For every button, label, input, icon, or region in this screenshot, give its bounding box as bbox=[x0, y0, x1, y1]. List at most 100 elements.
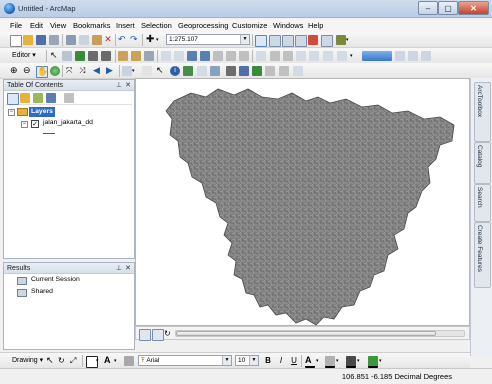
open-folder-icon[interactable] bbox=[23, 35, 33, 45]
fixed-zoom-in-icon[interactable]: ⤧ bbox=[66, 66, 76, 76]
select-elements-icon[interactable]: ↖ bbox=[46, 356, 56, 366]
back-arrow-icon[interactable]: ◀ bbox=[93, 66, 103, 76]
attributes-icon[interactable] bbox=[161, 51, 171, 61]
pin-icon[interactable]: ⊥ bbox=[116, 80, 122, 91]
refresh-icon[interactable]: ↻ bbox=[164, 329, 174, 339]
font-combo[interactable]: Ŧ Arial ▼ bbox=[138, 355, 232, 366]
topology-icon[interactable] bbox=[200, 51, 210, 61]
save-icon[interactable] bbox=[36, 35, 46, 45]
fixed-zoom-out-icon[interactable]: ⤨ bbox=[79, 66, 89, 76]
fill-color-icon[interactable] bbox=[325, 356, 335, 368]
fill-color-dropdown-icon[interactable]: ▾ bbox=[336, 356, 346, 366]
layout-view-icon[interactable] bbox=[152, 329, 164, 341]
add-data-icon[interactable]: ✚ bbox=[146, 35, 156, 45]
pin-icon[interactable]: ⊥ bbox=[116, 263, 122, 274]
menu-view[interactable]: View bbox=[50, 21, 66, 30]
list-by-drawing-order-icon[interactable] bbox=[7, 93, 19, 105]
close-icon[interactable]: ✕ bbox=[125, 80, 131, 91]
edit-tool-icon[interactable]: ↖ bbox=[50, 51, 60, 61]
editor-toolbar-toggle-icon[interactable] bbox=[255, 35, 267, 47]
cut-polygons-icon[interactable] bbox=[118, 51, 128, 61]
tab-create-features[interactable]: Create Features bbox=[474, 222, 491, 288]
tab-arctoolbox[interactable]: ArcToolbox bbox=[474, 82, 491, 142]
underline-button[interactable]: U bbox=[289, 356, 299, 366]
minimize-button[interactable]: – bbox=[418, 1, 438, 15]
find-binoculars-icon[interactable] bbox=[226, 66, 236, 76]
zoom-in-icon[interactable]: ⊕ bbox=[10, 66, 20, 76]
pan-hand-icon[interactable]: ✋ bbox=[36, 66, 48, 78]
trace-icon[interactable] bbox=[88, 51, 98, 61]
bold-button[interactable]: B bbox=[263, 356, 273, 366]
edit-annotation-icon[interactable] bbox=[62, 51, 72, 61]
scrollbar-thumb[interactable] bbox=[176, 331, 436, 336]
new-document-icon[interactable] bbox=[10, 35, 22, 47]
reshape-icon[interactable] bbox=[213, 51, 223, 61]
identify-box-icon[interactable] bbox=[408, 51, 418, 61]
redo-icon[interactable]: ↷ bbox=[130, 35, 140, 45]
measure-icon[interactable] bbox=[210, 66, 220, 76]
rotate-element-icon[interactable]: ↻ bbox=[58, 356, 68, 366]
menu-edit[interactable]: Edit bbox=[30, 21, 43, 30]
line-symbol[interactable] bbox=[43, 133, 55, 134]
tab-search[interactable]: Search bbox=[474, 184, 491, 222]
table-icon[interactable] bbox=[296, 51, 306, 61]
go-to-xy-icon[interactable] bbox=[252, 66, 262, 76]
list-by-source-icon[interactable] bbox=[20, 93, 30, 103]
marker-color-dropdown-icon[interactable]: ▾ bbox=[379, 356, 389, 366]
measure-box-icon[interactable] bbox=[421, 51, 431, 61]
tab-catalog[interactable]: Catalog bbox=[474, 142, 491, 184]
graph-icon[interactable] bbox=[309, 51, 319, 61]
data-view-icon[interactable] bbox=[139, 329, 151, 341]
menu-geoprocessing[interactable]: Geoprocessing bbox=[178, 21, 228, 30]
continue-feature-icon[interactable] bbox=[239, 51, 249, 61]
layer-visibility-checkbox[interactable]: ✓ bbox=[31, 120, 39, 128]
edit-vertices-icon[interactable] bbox=[226, 51, 236, 61]
table-of-contents-window-icon[interactable] bbox=[269, 35, 281, 47]
font-size-combo[interactable]: 10 ▼ bbox=[235, 355, 259, 366]
sketch-properties-icon[interactable] bbox=[174, 51, 184, 61]
layer-collapse-toggle[interactable]: − bbox=[21, 121, 28, 128]
menu-help[interactable]: Help bbox=[308, 21, 323, 30]
list-by-visibility-icon[interactable] bbox=[33, 93, 43, 103]
modelbuilder-icon[interactable] bbox=[336, 35, 346, 45]
menu-windows[interactable]: Windows bbox=[273, 21, 303, 30]
search-window-icon[interactable] bbox=[295, 35, 307, 47]
select-features-icon[interactable] bbox=[122, 66, 132, 76]
swipe-icon[interactable] bbox=[293, 66, 303, 76]
straight-segment-icon[interactable] bbox=[75, 51, 85, 61]
georef-icon[interactable] bbox=[270, 51, 280, 61]
line-color-dropdown-icon[interactable]: ▾ bbox=[357, 356, 367, 366]
create-features-icon[interactable] bbox=[187, 51, 197, 61]
layer-name[interactable]: jalan_jakarta_dd bbox=[43, 119, 93, 126]
menu-selection[interactable]: Selection bbox=[141, 21, 172, 30]
editor-menu[interactable]: Editor ▾ bbox=[12, 51, 36, 59]
viewer-window-icon[interactable] bbox=[279, 66, 289, 76]
print-icon[interactable] bbox=[49, 35, 59, 45]
undo-icon[interactable]: ↶ bbox=[118, 35, 128, 45]
delete-icon[interactable]: ✕ bbox=[103, 35, 113, 45]
zoom-whole-page-icon[interactable]: ⤢ bbox=[70, 356, 80, 366]
drawing-menu[interactable]: Drawing ▾ bbox=[12, 356, 43, 364]
collapse-toggle[interactable]: − bbox=[8, 109, 15, 116]
rotate-icon[interactable] bbox=[144, 51, 154, 61]
select-dropdown-icon[interactable]: ▾ bbox=[132, 66, 142, 76]
toolbar-extra-dropdown-icon[interactable]: ▾ bbox=[350, 51, 360, 61]
zoom-out-icon[interactable]: ⊖ bbox=[23, 66, 33, 76]
forward-arrow-icon[interactable]: ▶ bbox=[106, 66, 116, 76]
menu-insert[interactable]: Insert bbox=[116, 21, 135, 30]
menu-bookmarks[interactable]: Bookmarks bbox=[73, 21, 111, 30]
snapping-icon[interactable] bbox=[256, 51, 266, 61]
menu-file[interactable]: File bbox=[10, 21, 22, 30]
identify-icon[interactable]: i bbox=[170, 66, 180, 76]
results-item-shared[interactable]: Shared bbox=[31, 288, 53, 295]
cut-icon[interactable] bbox=[66, 35, 76, 45]
italic-button[interactable]: I bbox=[276, 356, 286, 366]
menu-customize[interactable]: Customize bbox=[232, 21, 267, 30]
paste-icon[interactable] bbox=[92, 35, 102, 45]
add-data-dropdown-icon[interactable]: ▾ bbox=[156, 35, 166, 45]
callout-icon[interactable] bbox=[124, 356, 134, 366]
marker-color-icon[interactable] bbox=[368, 356, 378, 368]
modelbuilder-dropdown-icon[interactable]: ▾ bbox=[346, 35, 356, 45]
jalan-jakarta-road-network[interactable] bbox=[165, 88, 455, 326]
close-button[interactable]: ✕ bbox=[458, 1, 489, 15]
